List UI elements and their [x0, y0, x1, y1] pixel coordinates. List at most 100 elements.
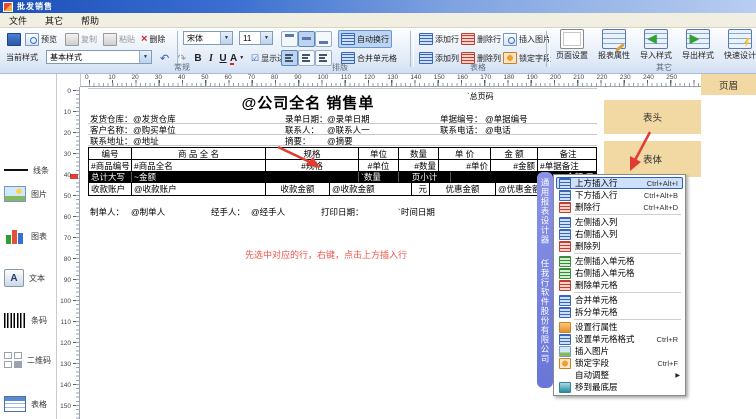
valign-middle-button[interactable]: [298, 31, 315, 47]
word-wrap-button[interactable]: 自动换行: [338, 30, 392, 48]
menu-item-label: 左侧插入列: [575, 216, 680, 228]
table-detail-row-cell[interactable]: #数量: [399, 160, 439, 171]
menu-item-delete-row[interactable]: 删除行Ctrl+Alt+D: [556, 201, 683, 213]
menu-item-delete-col[interactable]: 删除列: [556, 240, 683, 252]
sidebar-item-text[interactable]: A文本: [0, 264, 57, 292]
table-detail-row-cell[interactable]: #单位: [359, 160, 399, 171]
menu-item-label: 设置单元格格式: [575, 333, 653, 345]
page-setup-button[interactable]: 页面设置: [552, 29, 592, 62]
halign-center-button[interactable]: [298, 50, 315, 66]
form-field-value[interactable]: @地址: [133, 135, 159, 147]
table-header-row-cell[interactable]: 规格: [266, 148, 359, 159]
valign-top-button[interactable]: [281, 31, 298, 47]
table-account-row-cell[interactable]: 元: [412, 183, 430, 195]
form-footer-row: 制单人： @制单人 经手人： @经手人 打印日期： `时间日期: [88, 205, 597, 216]
sidebar-item-barcode[interactable]: 条码: [0, 306, 57, 334]
save-button[interactable]: [4, 30, 24, 48]
form-field-label[interactable]: 联系地址：: [90, 135, 133, 147]
table-detail-row-cell[interactable]: #商品编号: [89, 160, 132, 171]
menubar-item-1[interactable]: 其它: [36, 14, 72, 27]
menu-item-merge-cells[interactable]: 合并单元格: [556, 294, 683, 306]
band-table-body[interactable]: 表体: [604, 141, 701, 177]
menu-item-set-row-properties[interactable]: 设置行属性: [556, 321, 683, 333]
font-color-button[interactable]: A▼: [227, 49, 247, 67]
form-footer-label[interactable]: 制单人：: [90, 206, 124, 218]
paste-button[interactable]: 粘贴: [100, 30, 138, 48]
table-detail-row-cell[interactable]: #金额: [491, 160, 538, 171]
form-footer-label[interactable]: 打印日期：: [321, 206, 364, 218]
table-header-row-cell[interactable]: 商 品 全 名: [132, 148, 266, 159]
delete-row-button[interactable]: 删除行: [458, 30, 504, 48]
sidebar-item-chart[interactable]: 图表: [0, 222, 57, 250]
add-column-button[interactable]: 添加列: [416, 49, 462, 67]
table-header-row-cell[interactable]: 编号: [89, 148, 132, 159]
menu-item-split-cells[interactable]: 拆分单元格: [556, 306, 683, 318]
picture-icon: [4, 186, 26, 202]
menu-item-insert-cell-left[interactable]: 左侧插入单元格: [556, 255, 683, 267]
table-detail-row-cell[interactable]: #单据备注: [538, 160, 598, 171]
table-detail-row-cell[interactable]: #商品全名: [132, 160, 266, 171]
menu-item-auto-adjust[interactable]: 自动调整▶: [556, 369, 683, 381]
report-form-canvas[interactable]: @公司全名 销售单 `总页码 发货仓库：@发货仓库录单日期：@录单日期单据编号：…: [88, 88, 597, 89]
table-account-row-cell[interactable]: 优惠金额: [430, 183, 496, 195]
font-name-select[interactable]: 宋体▼: [183, 31, 233, 45]
form-footer-value[interactable]: @制单人: [131, 206, 165, 218]
form-page-code-cell[interactable]: `总页码: [467, 91, 494, 102]
arrow-right-glyph: ▶: [690, 34, 698, 44]
table-detail-row-cell[interactable]: #规格: [266, 160, 359, 171]
menu-item-insert-cell-right[interactable]: 右侧插入单元格: [556, 267, 683, 279]
menu-item-delete-cell[interactable]: 删除单元格: [556, 279, 683, 291]
preview-button[interactable]: 预览: [22, 30, 60, 48]
table-total-row-selected-cell[interactable]: 总计大写: [89, 172, 132, 182]
sidebar-item-qrcode[interactable]: 二维码: [0, 346, 57, 374]
table-header-row-cell[interactable]: 数量: [399, 148, 439, 159]
sidebar-item-table[interactable]: 表格: [0, 390, 57, 418]
form-field-value[interactable]: @摘要: [327, 135, 353, 147]
font-size-select[interactable]: 11▼: [239, 31, 273, 45]
menu-item-insert-col-right[interactable]: 右侧插入列: [556, 228, 683, 240]
form-title-cell[interactable]: @公司全名 销售单: [88, 92, 528, 113]
form-footer-value[interactable]: @经手人: [251, 206, 285, 218]
menubar-item-2[interactable]: 帮助: [72, 14, 108, 27]
table-account-row-cell[interactable]: @收款金额: [330, 183, 412, 195]
import-style-button[interactable]: ◀导入样式: [636, 29, 676, 62]
export-style-button[interactable]: ▶导出样式: [678, 29, 718, 62]
table-header-row-cell[interactable]: 金 额: [491, 148, 538, 159]
menubar-item-0[interactable]: 文件: [0, 14, 36, 27]
table-total-row-selected-cell[interactable]: `数量: [359, 172, 399, 182]
halign-left-button[interactable]: [281, 50, 298, 66]
table-total-row-selected-cell[interactable]: 页小计: [399, 172, 451, 182]
checkbox-checked-icon: ☑: [251, 53, 259, 64]
table-header-row-cell[interactable]: 单位: [359, 148, 399, 159]
copy-button[interactable]: 复制: [62, 30, 100, 48]
menu-item-insert-row-above[interactable]: 上方插入行Ctrl+Alt+I: [556, 177, 683, 189]
sidebar-item-picture[interactable]: 图片: [0, 180, 57, 208]
quick-design-button[interactable]: 快速设计: [720, 29, 756, 62]
delete-button[interactable]: ×删除: [138, 30, 168, 48]
quick-design-icon: [728, 29, 752, 49]
form-footer-value[interactable]: `时间日期: [398, 206, 435, 218]
table-header-row-cell[interactable]: 备注: [538, 148, 598, 159]
menu-item-set-cell-format[interactable]: 设置单元格格式Ctrl+R: [556, 333, 683, 345]
form-field-label[interactable]: 摘要：: [285, 135, 311, 147]
menu-item-insert-image[interactable]: 插入图片: [556, 345, 683, 357]
valign-bottom-button[interactable]: [315, 31, 332, 47]
report-properties-button[interactable]: 报表属性: [594, 29, 634, 62]
band-table-header[interactable]: 表头: [604, 100, 701, 134]
table-total-row-selected-cell[interactable]: ~金额: [132, 172, 359, 182]
current-style-select[interactable]: 基本样式▼: [46, 50, 152, 64]
band-page-header[interactable]: 页眉: [701, 74, 756, 95]
ruler-tick-label: 150: [60, 403, 71, 410]
table-detail-row-cell[interactable]: #单价: [439, 160, 491, 171]
menu-item-insert-col-left[interactable]: 左侧插入列: [556, 216, 683, 228]
add-row-button[interactable]: 添加行: [416, 30, 462, 48]
table-header-row-cell[interactable]: 单 价: [439, 148, 491, 159]
menu-item-lock-field[interactable]: 锁定字段Ctrl+F: [556, 357, 683, 369]
menu-item-insert-row-below[interactable]: 下方插入行Ctrl+Alt+B: [556, 189, 683, 201]
table-account-row-cell[interactable]: @收款账户: [132, 183, 266, 195]
form-footer-label[interactable]: 经手人：: [211, 206, 245, 218]
table-account-row-cell[interactable]: 收款账户: [89, 183, 132, 195]
menu-item-send-to-back[interactable]: 移到最底层: [556, 381, 683, 393]
table-account-row-cell[interactable]: 收款金额: [266, 183, 330, 195]
qrcode-icon: [4, 352, 22, 368]
